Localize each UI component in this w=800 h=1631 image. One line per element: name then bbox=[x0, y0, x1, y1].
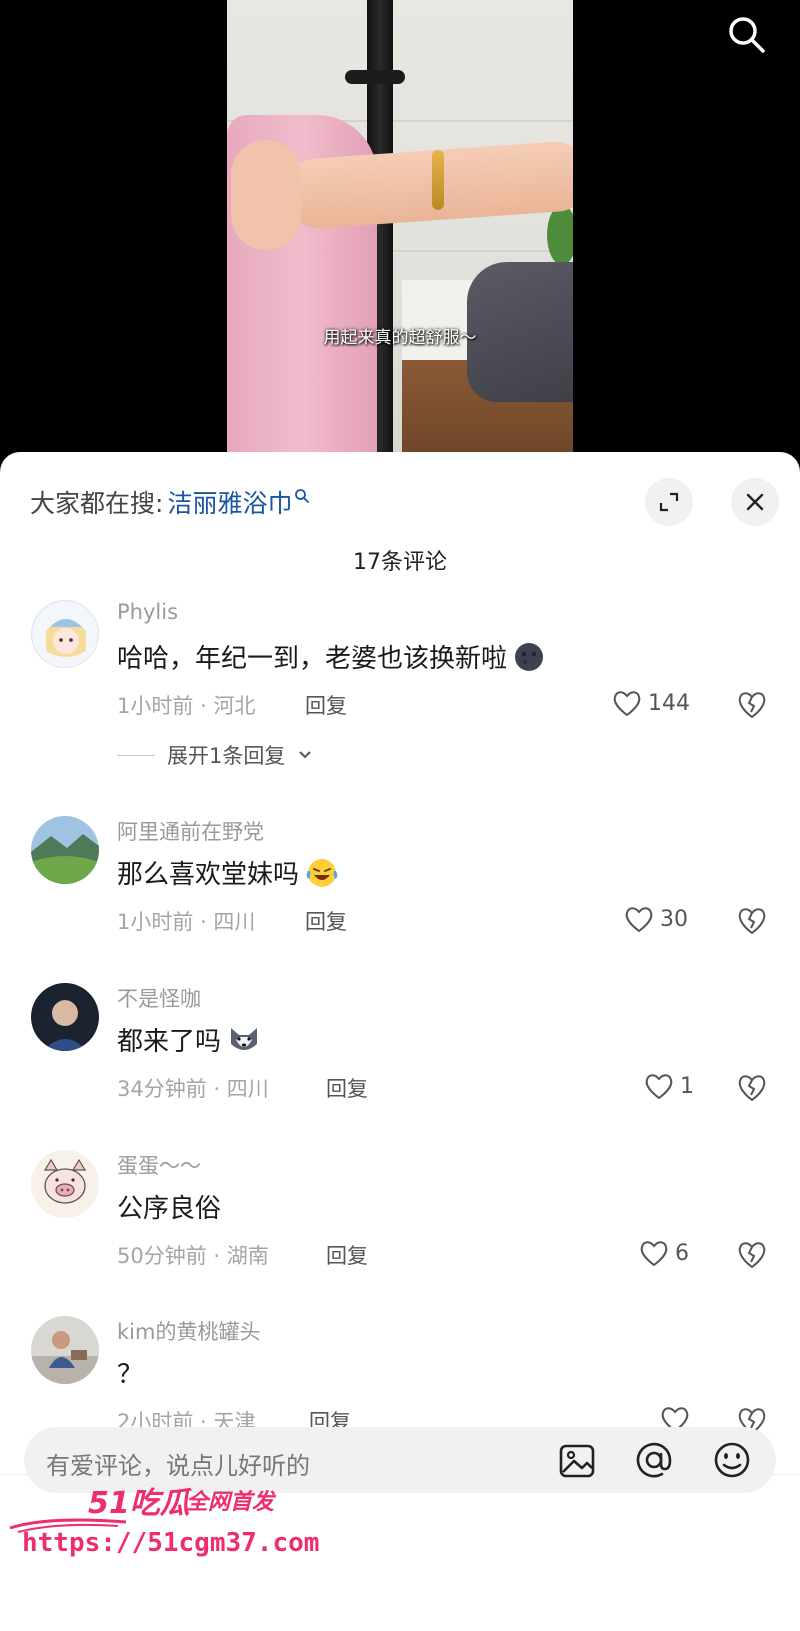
hand bbox=[231, 140, 301, 250]
landscape-avatar-icon bbox=[31, 816, 99, 884]
reply-button[interactable]: 回复 bbox=[326, 1240, 368, 1270]
watermark-slogan: 全网首发 bbox=[186, 1490, 275, 1515]
comment-username[interactable]: 阿里通前在野党 bbox=[117, 816, 264, 846]
emoji-icon[interactable] bbox=[712, 1440, 752, 1480]
watermark-logo: 51吃瓜 bbox=[88, 1486, 190, 1521]
hot-search-label: 大家都在搜: bbox=[30, 489, 164, 518]
avatar[interactable] bbox=[31, 600, 99, 668]
comment-text: 公序良俗 bbox=[117, 1188, 221, 1225]
comment-meta: 1小时前 · 四川 bbox=[117, 910, 256, 934]
expand-icon bbox=[659, 492, 679, 512]
comment-username[interactable]: 不是怪咖 bbox=[117, 983, 201, 1013]
reply-button[interactable]: 回复 bbox=[305, 906, 347, 936]
pig-avatar-icon bbox=[32, 1151, 98, 1217]
expand-replies-button[interactable]: 展开1条回复 bbox=[117, 740, 313, 770]
like-button[interactable]: 6 bbox=[639, 1236, 689, 1270]
comment-text: 哈哈，年纪一到，老婆也该换新啦 bbox=[117, 638, 545, 675]
watermark: 51吃瓜 全网首发 https://51cgm37.com bbox=[8, 1478, 319, 1618]
hot-search[interactable]: 大家都在搜: 洁丽雅浴巾 bbox=[30, 482, 310, 522]
reply-button[interactable]: 回复 bbox=[326, 1073, 368, 1103]
person-avatar-icon bbox=[31, 983, 99, 1051]
comment-text-content: 那么喜欢堂妹吗 bbox=[117, 860, 300, 890]
at-mention-icon[interactable] bbox=[634, 1440, 674, 1480]
shower-faucet bbox=[345, 70, 405, 84]
expand-replies-label: 展开1条回复 bbox=[167, 744, 286, 768]
comment-item: Phylis 哈哈，年纪一到，老婆也该换新啦 1小时前 · 河北 回复 144 … bbox=[0, 600, 800, 768]
like-button[interactable]: 1 bbox=[644, 1069, 694, 1103]
like-count: 30 bbox=[660, 906, 688, 932]
divider bbox=[117, 754, 155, 756]
magnifier-icon bbox=[295, 489, 310, 503]
comment-count: 17条评论 bbox=[353, 550, 447, 575]
heart-icon bbox=[613, 691, 641, 717]
bracelet bbox=[432, 150, 444, 210]
comment-meta: 34分钟前 · 四川 bbox=[117, 1077, 269, 1101]
chevron-down-icon bbox=[299, 751, 312, 759]
video-caption: 用起来真的超舒服～ bbox=[323, 328, 477, 348]
watermark-url: https://51cgm37.com bbox=[22, 1528, 320, 1558]
comment-item: 不是怪咖 都来了吗 34分钟前 · 四川 回复 1 bbox=[0, 983, 800, 1133]
avatar[interactable] bbox=[31, 1316, 99, 1384]
broken-heart-icon[interactable] bbox=[736, 1238, 768, 1270]
plant bbox=[547, 205, 573, 265]
comment-username[interactable]: Phylis bbox=[117, 600, 178, 624]
comment-meta: 50分钟前 · 湖南 bbox=[117, 1244, 269, 1268]
close-icon bbox=[746, 493, 764, 511]
broken-heart-icon[interactable] bbox=[736, 904, 768, 936]
comment-text-content: 哈哈，年纪一到，老婆也该换新啦 bbox=[117, 644, 508, 674]
comment-item: 阿里通前在野党 那么喜欢堂妹吗 1小时前 · 四川 回复 30 bbox=[0, 816, 800, 966]
laughing-crying-emoji-icon bbox=[306, 858, 338, 887]
heart-icon bbox=[640, 1241, 668, 1267]
like-button[interactable]: 144 bbox=[612, 686, 690, 720]
like-count: 144 bbox=[648, 690, 690, 716]
broken-heart-icon[interactable] bbox=[736, 1071, 768, 1103]
video-frame: 用起来真的超舒服～ bbox=[227, 0, 573, 470]
comment-input-placeholder: 有爱评论，说点儿好听的 bbox=[46, 1452, 310, 1480]
search-icon bbox=[729, 17, 765, 53]
comment-text-content: 公序良俗 bbox=[117, 1194, 222, 1224]
comment-text-content: 都来了吗 bbox=[117, 1027, 222, 1057]
like-button[interactable]: 30 bbox=[624, 902, 688, 936]
hot-search-term[interactable]: 洁丽雅浴巾 bbox=[167, 484, 292, 520]
like-count: 6 bbox=[675, 1240, 689, 1266]
reply-button[interactable]: 回复 bbox=[305, 690, 347, 720]
husky-dog-emoji-icon bbox=[231, 1027, 258, 1050]
image-icon[interactable] bbox=[557, 1441, 597, 1481]
heart-icon bbox=[645, 1074, 673, 1100]
video-player[interactable]: 用起来真的超舒服～ bbox=[0, 0, 800, 470]
comment-username[interactable]: kim的黄桃罐头 bbox=[117, 1316, 260, 1346]
avatar[interactable] bbox=[31, 983, 99, 1051]
dark-moon-face-emoji-icon bbox=[515, 642, 544, 671]
comment-item: 蛋蛋～～ 公序良俗 50分钟前 · 湖南 回复 6 bbox=[0, 1150, 800, 1300]
comment-text-content: ？ bbox=[117, 1360, 144, 1390]
search-button[interactable] bbox=[722, 10, 770, 58]
close-button[interactable] bbox=[731, 478, 779, 526]
comment-meta: 1小时前 · 河北 bbox=[117, 694, 256, 718]
expand-button[interactable] bbox=[645, 478, 693, 526]
comment-text: 都来了吗 bbox=[117, 1021, 261, 1058]
comment-text: ？ bbox=[117, 1354, 143, 1391]
like-count: 1 bbox=[680, 1073, 694, 1099]
comment-text: 那么喜欢堂妹吗 bbox=[117, 854, 339, 891]
photo-avatar-icon bbox=[31, 1316, 99, 1384]
heart-icon bbox=[625, 907, 653, 933]
avatar[interactable] bbox=[31, 816, 99, 884]
broken-heart-icon[interactable] bbox=[736, 688, 768, 720]
avatar[interactable] bbox=[31, 1150, 99, 1218]
anime-avatar-icon bbox=[33, 602, 98, 667]
comment-username[interactable]: 蛋蛋～～ bbox=[117, 1150, 201, 1180]
